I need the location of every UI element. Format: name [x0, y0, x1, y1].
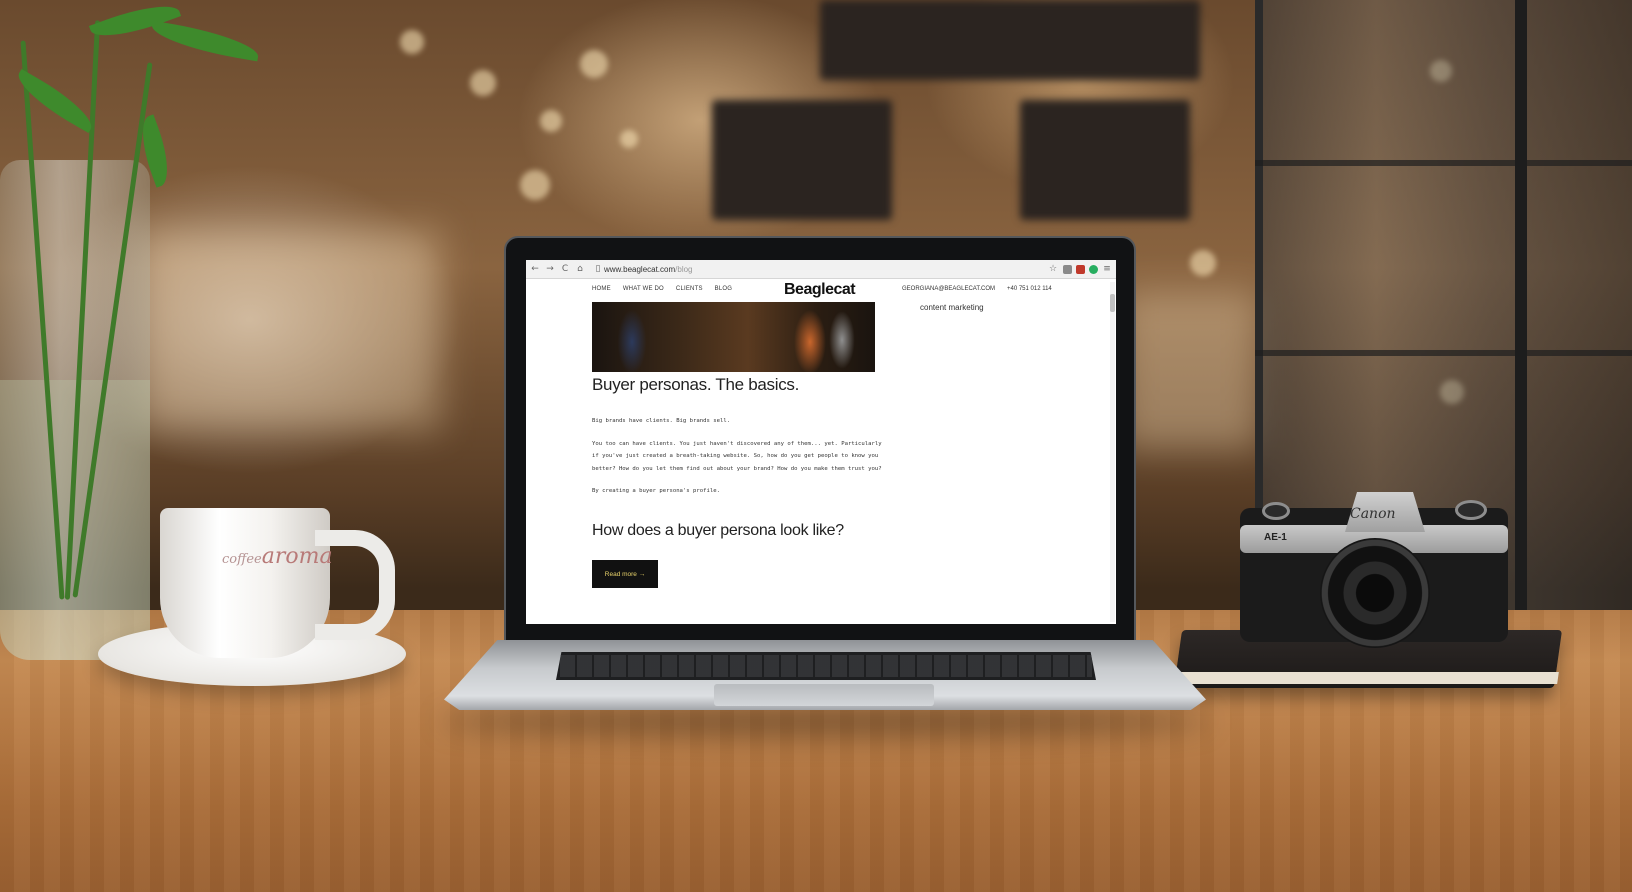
site-logo[interactable]: Beaglecat — [784, 281, 856, 299]
laptop-trackpad — [714, 684, 934, 706]
bokeh-light — [620, 130, 638, 148]
post-subheading: How does a buyer persona look like? — [592, 522, 844, 539]
home-icon[interactable]: ⌂ — [574, 263, 586, 275]
nav-link-home[interactable]: HOME — [592, 286, 611, 292]
bokeh-light — [1190, 250, 1216, 276]
bokeh-light — [540, 110, 562, 132]
scrollbar-thumb[interactable] — [1110, 294, 1115, 312]
contact-info: GEORGIANA@BEAGLECAT.COM +40 751 012 114 — [902, 286, 1052, 292]
cup-brand-script: coffee — [222, 552, 262, 567]
address-bar[interactable]: ▯ www.beaglecat.com/blog — [592, 263, 693, 275]
contact-email[interactable]: GEORGIANA@BEAGLECAT.COM — [902, 286, 995, 292]
cabinet-frame — [1515, 0, 1527, 640]
site-nav: HOME WHAT WE DO CLIENTS BLOG — [592, 286, 732, 292]
camera-dial — [1262, 502, 1290, 520]
menu-icon[interactable]: ≡ — [1101, 263, 1113, 275]
bokeh-light — [580, 50, 608, 78]
url-host: www.beaglecat.com — [604, 264, 676, 274]
browser-toolbar: ← → C ⌂ ▯ www.beaglecat.com/blog ☆ ≡ — [526, 260, 1116, 279]
chalkboard-menu — [820, 0, 1200, 80]
post-hero-image — [592, 302, 875, 372]
forward-arrow-icon[interactable]: → — [544, 263, 556, 275]
bokeh-light — [470, 70, 496, 96]
counter-light — [1120, 290, 1260, 450]
bokeh-light — [520, 170, 550, 200]
post-title: Buyer personas. The basics. — [592, 375, 800, 394]
page-icon: ▯ — [595, 264, 601, 274]
cabinet-shelf — [1255, 160, 1632, 166]
post-paragraph: You too can have clients. You just haven… — [592, 440, 882, 472]
plant-leaf — [148, 20, 262, 62]
sidebar-tag-content-marketing[interactable]: content marketing — [920, 303, 984, 312]
extension-icon[interactable] — [1076, 264, 1085, 274]
laptop-screen: ← → C ⌂ ▯ www.beaglecat.com/blog ☆ ≡ HOM… — [526, 260, 1116, 624]
camera-lens — [1320, 538, 1430, 648]
nav-link-clients[interactable]: CLIENTS — [676, 286, 703, 292]
coffee-cup — [160, 508, 330, 658]
laptop-keyboard — [556, 652, 1096, 680]
url-path: /blog — [675, 264, 693, 274]
cabinet-shelf — [1255, 350, 1632, 356]
nav-link-blog[interactable]: BLOG — [715, 286, 732, 292]
read-more-button[interactable]: Read more → — [592, 560, 658, 588]
reload-icon[interactable]: C — [559, 263, 571, 275]
chalkboard-menu-right — [1020, 100, 1190, 220]
camera-model-label: AE-1 — [1264, 532, 1287, 543]
extension-icon[interactable] — [1063, 264, 1072, 274]
chalkboard-menu-small — [712, 100, 892, 220]
post-paragraph: By creating a buyer persona's profile. — [592, 488, 720, 494]
shelf-light — [140, 230, 440, 430]
camera-dial — [1455, 500, 1487, 520]
post-paragraph: Big brands have clients. Big brands sell… — [592, 418, 731, 424]
contact-phone: +40 751 012 114 — [1007, 286, 1052, 292]
cup-brand-logo: coffeearoma — [222, 544, 333, 569]
cup-brand-name: aroma — [261, 544, 333, 569]
post-body: Big brands have clients. Big brands sell… — [592, 415, 882, 508]
camera-brand-logo: Canon — [1350, 506, 1396, 522]
page-scrollbar[interactable] — [1110, 282, 1115, 622]
bookmark-star-icon[interactable]: ☆ — [1047, 263, 1059, 275]
notebook-pages — [1177, 672, 1559, 684]
extension-icon[interactable] — [1089, 264, 1098, 274]
back-arrow-icon[interactable]: ← — [529, 263, 541, 275]
nav-link-what-we-do[interactable]: WHAT WE DO — [623, 286, 664, 292]
laptop-shadow — [440, 706, 1210, 736]
bokeh-light — [400, 30, 424, 54]
